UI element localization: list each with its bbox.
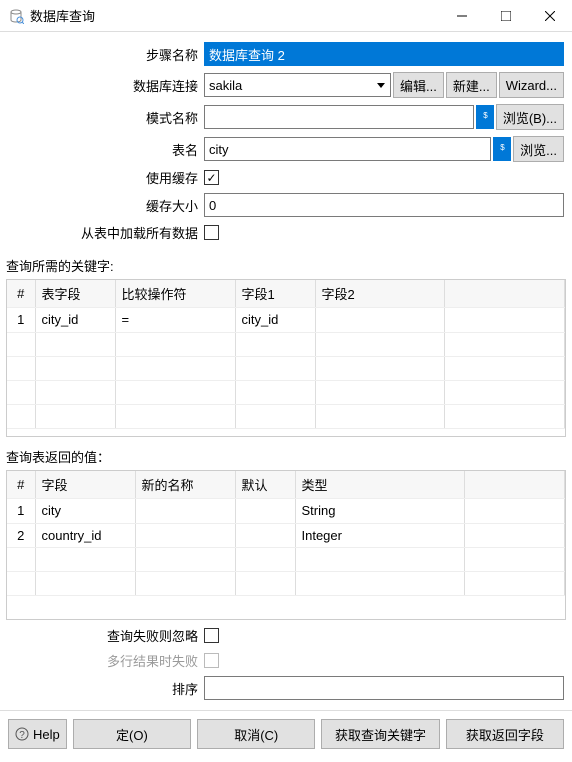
keys-col-blank <box>445 280 565 308</box>
ret-col-newname: 新的名称 <box>135 471 235 499</box>
table-row <box>7 571 565 595</box>
use-cache-checkbox[interactable] <box>204 170 219 185</box>
ignore-fail-checkbox[interactable] <box>204 628 219 643</box>
schema-var-button[interactable] <box>476 105 494 129</box>
cache-size-input[interactable] <box>204 193 564 217</box>
cancel-button[interactable]: 取消(C) <box>197 719 315 749</box>
sort-label: 排序 <box>8 679 204 698</box>
cache-size-label: 缓存大小 <box>8 196 204 215</box>
maximize-button[interactable] <box>484 0 528 32</box>
schema-browse-button[interactable]: 浏览(B)... <box>496 104 564 130</box>
get-keys-button[interactable]: 获取查询关键字 <box>321 719 439 749</box>
multirow-fail-checkbox <box>204 653 219 668</box>
help-icon: ? <box>15 727 29 741</box>
load-all-label: 从表中加载所有数据 <box>8 223 204 242</box>
step-name-input[interactable] <box>204 42 564 66</box>
ret-col-blank <box>465 471 565 499</box>
footer-form: 查询失败则忽略 多行结果时失败 排序 <box>0 620 572 710</box>
ret-col-type: 类型 <box>295 471 465 499</box>
keys-col-num: # <box>7 280 35 308</box>
ret-col-num: # <box>7 471 35 499</box>
minimize-button[interactable] <box>440 0 484 32</box>
button-bar: ? Help 定(O) 取消(C) 获取查询关键字 获取返回字段 <box>0 710 572 757</box>
return-section-title: 查询表返回的值： <box>0 443 572 470</box>
keys-col-f1: 字段1 <box>235 280 315 308</box>
keys-grid-body[interactable]: 1 city_id = city_id <box>7 308 565 436</box>
step-name-label: 步骤名称 <box>8 45 204 64</box>
table-row <box>7 380 565 404</box>
connection-label: 数据库连接 <box>8 76 204 95</box>
keys-section-title: 查询所需的关键字: <box>0 252 572 279</box>
keys-col-f2: 字段2 <box>315 280 445 308</box>
keys-col-field: 表字段 <box>35 280 115 308</box>
app-icon <box>8 8 24 24</box>
close-button[interactable] <box>528 0 572 32</box>
ignore-fail-label: 查询失败则忽略 <box>8 626 204 645</box>
table-row: 2 country_id Integer <box>7 523 565 547</box>
multirow-fail-label: 多行结果时失败 <box>8 651 204 670</box>
titlebar: 数据库查询 <box>0 0 572 32</box>
main-form: 步骤名称 数据库连接 sakila 编辑... 新建... Wizard... … <box>0 32 572 252</box>
table-label: 表名 <box>8 140 204 159</box>
sort-input[interactable] <box>204 676 564 700</box>
wizard-button[interactable]: Wizard... <box>499 72 564 98</box>
use-cache-label: 使用缓存 <box>8 168 204 187</box>
keys-col-op: 比较操作符 <box>115 280 235 308</box>
ret-col-field: 字段 <box>35 471 135 499</box>
get-return-button[interactable]: 获取返回字段 <box>446 719 564 749</box>
table-row <box>7 356 565 380</box>
schema-label: 模式名称 <box>8 108 204 127</box>
table-browse-button[interactable]: 浏览... <box>513 136 564 162</box>
return-grid-body[interactable]: 1 city String 2 country_id Integer <box>7 499 565 619</box>
table-row <box>7 404 565 428</box>
new-connection-button[interactable]: 新建... <box>446 72 497 98</box>
table-input[interactable] <box>204 137 491 161</box>
window-title: 数据库查询 <box>30 6 440 25</box>
table-var-button[interactable] <box>493 137 511 161</box>
svg-text:?: ? <box>19 730 25 741</box>
schema-input[interactable] <box>204 105 474 129</box>
table-row: 1 city_id = city_id <box>7 308 565 332</box>
ok-button[interactable]: 定(O) <box>73 719 191 749</box>
connection-select[interactable]: sakila <box>204 73 391 97</box>
table-row <box>7 547 565 571</box>
edit-connection-button[interactable]: 编辑... <box>393 72 444 98</box>
keys-grid: # 表字段 比较操作符 字段1 字段2 1 city_id = city_id <box>6 279 566 437</box>
load-all-checkbox[interactable] <box>204 225 219 240</box>
help-button[interactable]: ? Help <box>8 719 67 749</box>
return-grid: # 字段 新的名称 默认 类型 1 city String 2 country_… <box>6 470 566 620</box>
table-row: 1 city String <box>7 499 565 523</box>
table-row <box>7 332 565 356</box>
ret-col-def: 默认 <box>235 471 295 499</box>
